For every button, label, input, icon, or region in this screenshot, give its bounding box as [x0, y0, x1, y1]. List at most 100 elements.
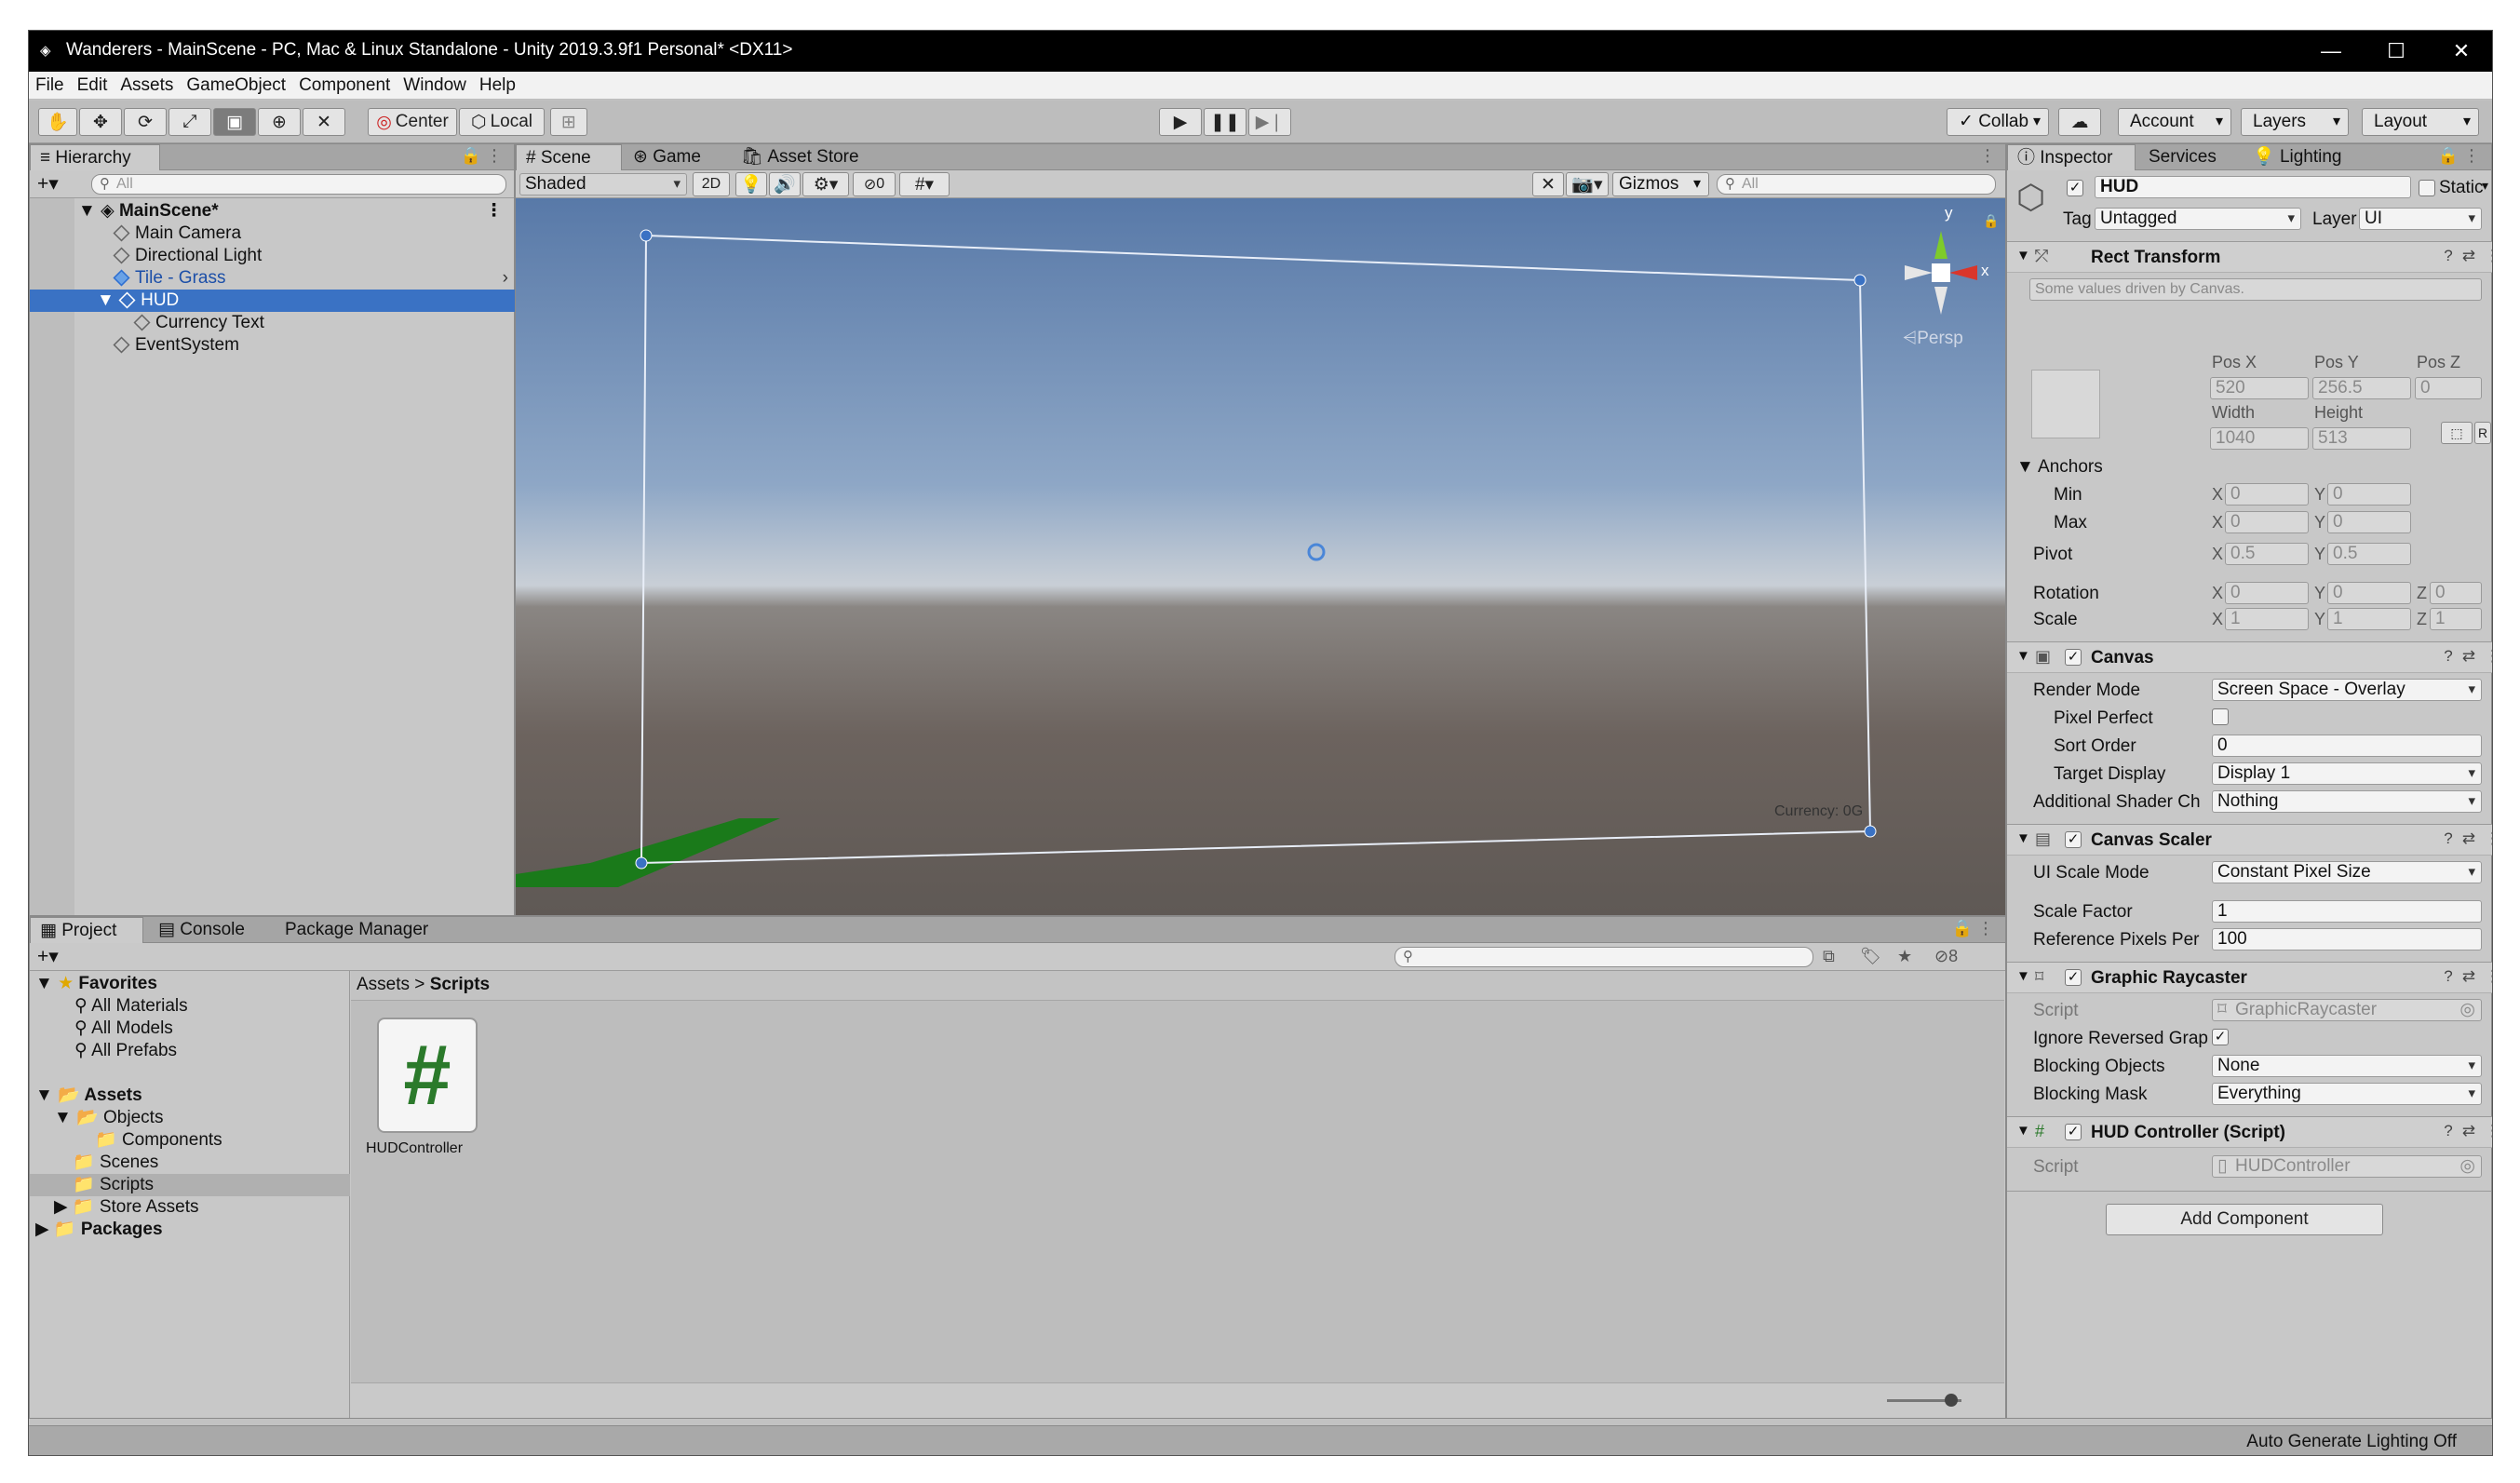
hierarchy-item-directional-light[interactable]: Directional Light	[30, 245, 516, 267]
tab-lighting[interactable]: 💡 Lighting	[2244, 144, 2365, 170]
layout-dropdown[interactable]: Layout	[2362, 108, 2479, 136]
menu-component[interactable]: Component	[292, 72, 397, 99]
menu-gameobject[interactable]: GameObject	[180, 72, 292, 99]
gizmo-y-arrow[interactable]	[1934, 231, 1947, 259]
project-search-input[interactable]	[1395, 947, 1813, 967]
hierarchy-item-currency-text[interactable]: Currency Text	[30, 312, 516, 334]
anchor-presets-icon[interactable]	[2031, 370, 2100, 438]
lighting-toggle-icon[interactable]: 💡	[735, 172, 767, 196]
transform-tool-icon[interactable]: ⊕	[258, 108, 301, 136]
height-field[interactable]: 513	[2312, 427, 2411, 450]
hud-script-field[interactable]: ▯ HUDController ◎	[2212, 1155, 2482, 1178]
rect-handle-br[interactable]	[1864, 825, 1877, 838]
account-dropdown[interactable]: Account	[2118, 108, 2231, 136]
favorite-all-materials[interactable]: ⚲ All Materials	[30, 995, 350, 1018]
reference-pixels-field[interactable]: 100	[2212, 928, 2482, 950]
folder-objects[interactable]: ▼ 📂 Objects	[30, 1107, 350, 1129]
layer-dropdown[interactable]: UI	[2359, 208, 2482, 230]
hierarchy-item-main-camera[interactable]: Main Camera	[30, 222, 516, 245]
icon-size-slider-thumb[interactable]	[1945, 1394, 1958, 1407]
posy-field[interactable]: 256.5	[2312, 377, 2411, 399]
project-menu-icon[interactable]: 🔒 ⋮	[1952, 919, 1994, 938]
canvas-enabled-checkbox[interactable]: ✓	[2065, 649, 2082, 666]
tab-asset-store[interactable]: 🛍 Asset Store	[732, 144, 881, 170]
component-menu-icons[interactable]: ?⇄⋮	[2444, 967, 2492, 986]
favorite-all-models[interactable]: ⚲ All Models	[30, 1018, 350, 1040]
object-name-field[interactable]: HUD	[2095, 176, 2411, 198]
scene-viewport[interactable]: y x 🔒 ⩤Persp Currency: 0G	[516, 198, 2005, 915]
csharp-script-icon[interactable]: #	[377, 1018, 478, 1133]
create-plus-icon[interactable]: +▾	[37, 172, 59, 195]
pivot-handle[interactable]	[1307, 543, 1326, 561]
favorite-star-icon[interactable]: ★	[1897, 947, 1912, 966]
add-component-button[interactable]: Add Component	[2106, 1204, 2383, 1235]
max-y-field[interactable]: 0	[2327, 511, 2411, 533]
shading-mode-dropdown[interactable]: Shaded	[519, 173, 687, 195]
posz-field[interactable]: 0	[2415, 377, 2482, 399]
scene-menu-icon[interactable]: ⋮	[485, 200, 503, 222]
filter-label-icon[interactable]: 🏷	[1860, 947, 1881, 966]
component-menu-icons[interactable]: ?⇄⋮	[2444, 829, 2492, 848]
shader-channels-dropdown[interactable]: Nothing	[2212, 790, 2482, 813]
tab-hierarchy[interactable]: ≡ Hierarchy	[30, 144, 160, 170]
tab-console[interactable]: ▤ Console	[149, 917, 270, 943]
pause-button[interactable]: ❚❚	[1204, 108, 1247, 136]
sort-order-field[interactable]: 0	[2212, 735, 2482, 757]
rotation-z-field[interactable]: 0	[2430, 582, 2482, 604]
grid-toggle-icon[interactable]: #▾	[899, 172, 950, 196]
rect-tool-icon[interactable]: ▣	[213, 108, 256, 136]
hidden-objects-counter[interactable]: ⊘ 0	[853, 172, 896, 196]
canvas-header[interactable]: ▼ ▣ ✓ Canvas ?⇄⋮	[2007, 641, 2492, 673]
hud-controller-header[interactable]: ▼ # ✓ HUD Controller (Script) ?⇄⋮	[2007, 1116, 2492, 1148]
camera-dropdown-icon[interactable]: 📷▾	[1566, 172, 1609, 196]
chevron-right-icon[interactable]: ›	[503, 267, 508, 290]
hierarchy-search-input[interactable]: All	[91, 174, 506, 195]
canvas-scaler-enabled-checkbox[interactable]: ✓	[2065, 831, 2082, 848]
max-x-field[interactable]: 0	[2225, 511, 2309, 533]
menu-help[interactable]: Help	[473, 72, 522, 99]
collab-dropdown[interactable]: ✓ Collab	[1947, 108, 2049, 136]
pivot-x-field[interactable]: 0.5	[2225, 543, 2309, 565]
projection-label[interactable]: ⩤Persp	[1903, 329, 1963, 349]
pivot-center-button[interactable]: ◎ Center	[368, 108, 457, 136]
folder-store-assets[interactable]: ▶ 📁 Store Assets	[30, 1196, 350, 1219]
tile-grass-mesh[interactable]	[516, 818, 780, 887]
custom-tool-icon[interactable]: ✕	[303, 108, 345, 136]
breadcrumb-assets[interactable]: Assets	[357, 975, 410, 994]
folder-scripts[interactable]: 📁 Scripts	[30, 1174, 350, 1196]
blocking-objects-dropdown[interactable]: None	[2212, 1055, 2482, 1077]
hierarchy-item-eventsystem[interactable]: EventSystem	[30, 334, 516, 357]
pivot-y-field[interactable]: 0.5	[2327, 543, 2411, 565]
scale-x-field[interactable]: 1	[2225, 608, 2309, 630]
file-hudcontroller-label[interactable]: HUDController	[366, 1140, 463, 1157]
anchors-label[interactable]: ▼ Anchors	[2016, 457, 2103, 478]
component-menu-icons[interactable]: ?⇄⋮	[2444, 247, 2492, 265]
rotate-tool-icon[interactable]: ⟳	[124, 108, 167, 136]
rotation-x-field[interactable]: 0	[2225, 582, 2309, 604]
render-mode-dropdown[interactable]: Screen Space - Overlay	[2212, 679, 2482, 701]
active-checkbox[interactable]: ✓	[2067, 180, 2083, 196]
rect-handle-tr[interactable]	[1853, 274, 1866, 287]
folder-scenes[interactable]: 📁 Scenes	[30, 1152, 350, 1174]
target-display-dropdown[interactable]: Display 1	[2212, 762, 2482, 785]
step-button[interactable]: ▶❘	[1248, 108, 1291, 136]
menu-file[interactable]: File	[29, 72, 71, 99]
packages-folder[interactable]: ▶ 📁 Packages	[30, 1219, 350, 1241]
hud-controller-enabled-checkbox[interactable]: ✓	[2065, 1124, 2082, 1140]
favorites-header[interactable]: ▼ ★ Favorites	[30, 973, 350, 995]
tab-scene[interactable]: # Scene	[516, 144, 622, 170]
grid-snap-icon[interactable]: ⊞	[550, 108, 587, 136]
rect-transform-header[interactable]: ▼ ⤱ Rect Transform ?⇄⋮	[2007, 241, 2492, 273]
gizmo-negx-arrow[interactable]	[1905, 265, 1933, 280]
tools-icon[interactable]: ✕	[1532, 172, 1564, 196]
gizmo-center[interactable]	[1932, 263, 1950, 282]
ignore-reversed-checkbox[interactable]: ✓	[2212, 1029, 2229, 1045]
width-field[interactable]: 1040	[2210, 427, 2309, 450]
assets-folder[interactable]: ▼ 📂 Assets	[30, 1085, 350, 1107]
close-button[interactable]: ✕	[2429, 31, 2492, 72]
hierarchy-item-tile-grass[interactable]: Tile - Grass ›	[30, 267, 516, 290]
hidden-packages-counter[interactable]: ⊘8	[1934, 947, 1958, 966]
component-menu-icons[interactable]: ?⇄⋮	[2444, 1122, 2492, 1140]
tab-package-manager[interactable]: Package Manager	[276, 917, 452, 943]
tag-dropdown[interactable]: Untagged	[2095, 208, 2301, 230]
